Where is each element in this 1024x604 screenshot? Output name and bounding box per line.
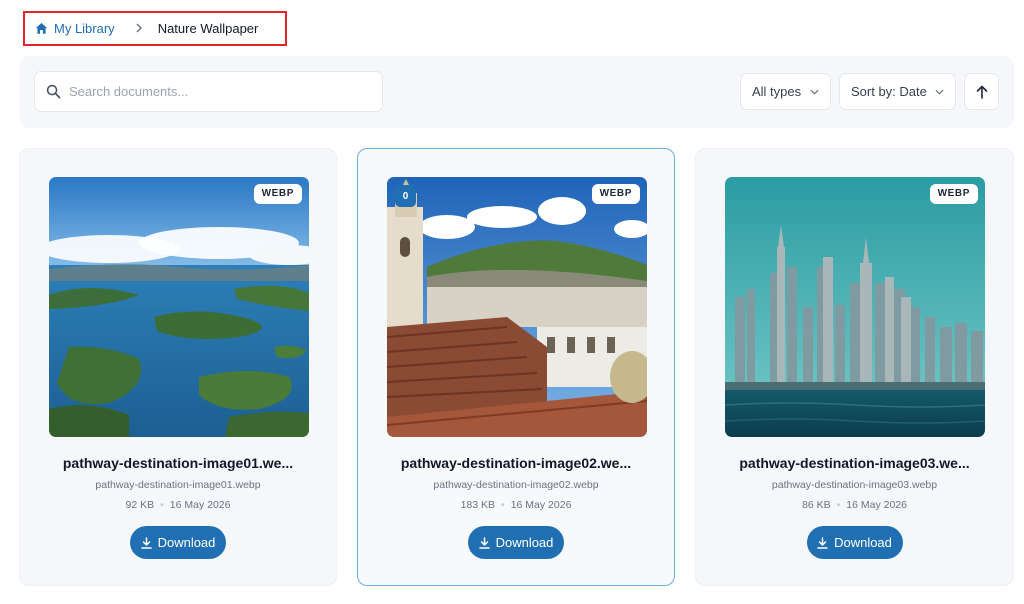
type-filter-select[interactable]: All types	[740, 73, 831, 110]
file-date: 16 May 2026	[510, 499, 572, 511]
download-label: Download	[834, 535, 892, 550]
file-size: 183 KB	[460, 499, 496, 511]
document-meta: 183 KB • 16 May 2026	[460, 499, 572, 511]
document-filename: pathway-destination-image03.webp	[771, 479, 938, 491]
download-icon	[817, 536, 828, 549]
download-icon	[140, 536, 152, 549]
download-button[interactable]: Download	[806, 526, 903, 559]
document-filename: pathway-destination-image02.webp	[433, 479, 599, 491]
document-title: pathway-destination-image02.we...	[400, 455, 632, 471]
breadcrumb: My Library Nature Wallpaper	[23, 11, 287, 46]
chevron-down-icon	[810, 89, 819, 95]
document-card[interactable]: WEBP pathway-destination-image03.we... p…	[695, 148, 1014, 586]
breadcrumb-home-label[interactable]: My Library	[54, 21, 115, 36]
colonial-town-image	[387, 177, 647, 437]
file-type-badge: WEBP	[929, 184, 978, 204]
document-meta: 92 KB • 16 May 2026	[125, 499, 231, 511]
search-icon	[46, 84, 61, 99]
download-button[interactable]: Download	[130, 526, 226, 559]
file-size: 92 KB	[125, 499, 155, 511]
breadcrumb-home-link[interactable]: My Library	[35, 21, 115, 36]
file-type-badge: WEBP	[591, 184, 640, 204]
document-thumbnail[interactable]: WEBP	[725, 177, 985, 437]
document-title: pathway-destination-image03.we...	[739, 455, 970, 471]
search-input[interactable]	[69, 84, 369, 99]
sort-select[interactable]: Sort by: Date	[839, 73, 956, 110]
sort-direction-button[interactable]	[964, 73, 999, 110]
download-label: Download	[157, 535, 216, 550]
city-skyline-image	[725, 177, 985, 437]
lake-islands-image	[49, 177, 309, 437]
breadcrumb-current: Nature Wallpaper	[157, 21, 259, 36]
document-card[interactable]: WEBP pathway-destination-image01.we... p…	[19, 148, 337, 586]
document-filename: pathway-destination-image01.webp	[95, 479, 261, 491]
file-date: 16 May 2026	[846, 499, 907, 511]
arrow-up-icon	[976, 85, 987, 99]
document-card-selected[interactable]: 0 WEBP pathway-destination-image02.we...…	[357, 148, 675, 586]
chevron-right-icon	[135, 21, 143, 36]
document-thumbnail[interactable]: 0 WEBP	[387, 177, 647, 437]
download-button[interactable]: Download	[468, 526, 564, 559]
file-size: 86 KB	[801, 499, 831, 511]
download-label: Download	[495, 535, 554, 550]
chevron-down-icon	[935, 89, 944, 95]
download-icon	[478, 536, 490, 549]
document-meta: 86 KB • 16 May 2026	[801, 499, 907, 511]
file-type-badge: WEBP	[253, 184, 302, 204]
search-box[interactable]	[34, 71, 383, 112]
toolbar: All types Sort by: Date	[19, 56, 1014, 128]
document-thumbnail[interactable]: WEBP	[49, 177, 309, 437]
sort-value: Sort by: Date	[851, 84, 927, 99]
file-date: 16 May 2026	[169, 499, 231, 511]
home-icon	[35, 22, 48, 34]
type-filter-value: All types	[752, 84, 802, 99]
selection-count-badge: 0	[395, 185, 416, 207]
document-title: pathway-destination-image01.we...	[62, 455, 294, 471]
